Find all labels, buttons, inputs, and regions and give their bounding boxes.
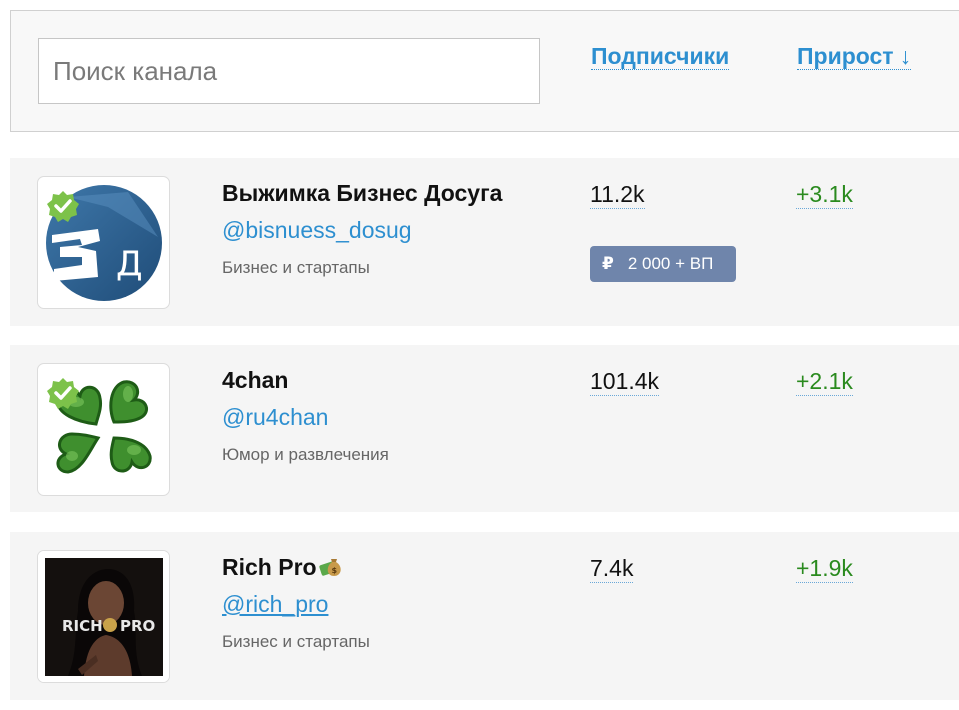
channel-category: Бизнес и стартапы — [222, 258, 370, 277]
avatar[interactable]: Д — [37, 176, 170, 309]
channel-card[interactable]: RICH PRO Rich Pro $ @rich_pro Бизнес и с… — [10, 532, 959, 700]
channel-card[interactable]: Д Выжимка Бизнес Досуга @bisnuess_dosug … — [10, 158, 959, 326]
avatar[interactable]: RICH PRO — [37, 550, 170, 683]
verified-icon — [47, 191, 79, 222]
rich-pro-photo-icon: RICH PRO — [38, 551, 169, 682]
subscribers-count: 101.4k — [590, 368, 660, 396]
channel-handle-link[interactable]: @ru4chan — [222, 404, 328, 431]
channel-category: Юмор и развлечения — [222, 445, 389, 464]
growth-count: +2.1k — [796, 368, 853, 396]
svg-text:$: $ — [331, 566, 337, 575]
growth-count: +1.9k — [796, 555, 853, 583]
sort-desc-arrow-icon: ↓ — [899, 43, 912, 69]
verified-icon — [47, 378, 79, 409]
subscribers-count: 7.4k — [590, 555, 634, 583]
price-badge[interactable]: ₽2 000 + ВП — [590, 246, 736, 282]
sort-growth-label: Прирост — [797, 43, 894, 69]
ruble-icon: ₽ — [602, 254, 614, 273]
channel-name[interactable]: Rich Pro $ — [222, 554, 344, 581]
channel-handle-link[interactable]: @bisnuess_dosug — [222, 217, 412, 244]
sort-subscribers-link[interactable]: Подписчики — [591, 43, 730, 70]
growth-count: +3.1k — [796, 181, 853, 209]
avatar[interactable] — [37, 363, 170, 496]
channel-name[interactable]: Выжимка Бизнес Досуга — [222, 180, 502, 207]
channel-name[interactable]: 4chan — [222, 367, 288, 394]
avatar-letters: Д — [116, 244, 143, 284]
avatar-text-right: PRO — [120, 617, 155, 635]
price-label: 2 000 + ВП — [627, 254, 714, 273]
channel-handle-link[interactable]: @rich_pro — [222, 591, 328, 618]
subscribers-count: 11.2k — [590, 181, 645, 209]
sort-growth-link[interactable]: Прирост ↓ — [797, 43, 912, 70]
filter-bar: Подписчики Прирост↓ — [10, 10, 959, 132]
channel-card[interactable]: 4chan @ru4chan Юмор и развлечения 101.4k… — [10, 345, 959, 512]
channel-name-text: Rich Pro — [222, 554, 317, 580]
search-input[interactable] — [38, 38, 540, 104]
money-bag-icon: $ — [318, 559, 341, 576]
avatar-text-left: RICH — [62, 617, 103, 635]
channel-category: Бизнес и стартапы — [222, 632, 370, 651]
